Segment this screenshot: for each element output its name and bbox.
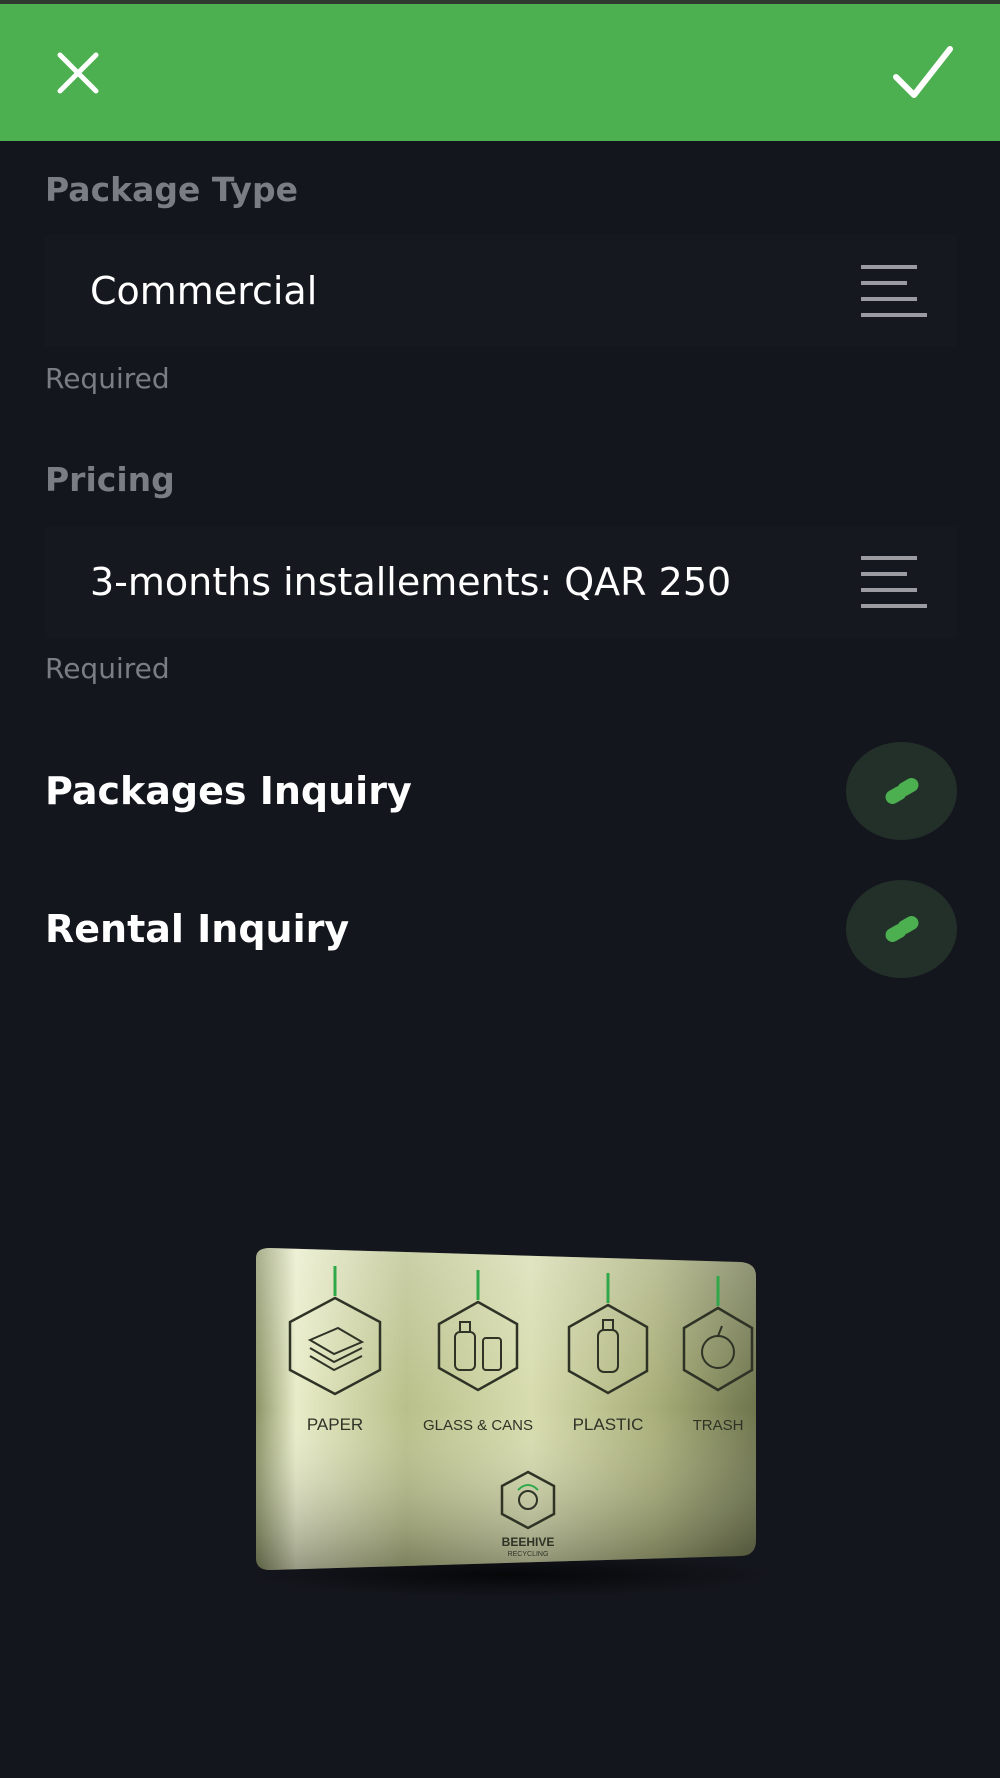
package-type-select[interactable]: Commercial <box>45 235 957 347</box>
link-icon <box>885 916 918 942</box>
svg-text:GLASS & CANS: GLASS & CANS <box>423 1417 533 1434</box>
rental-inquiry-link-button[interactable] <box>846 880 957 978</box>
menu-lines-icon <box>861 262 927 320</box>
svg-text:TRASH: TRASH <box>693 1417 744 1434</box>
close-button[interactable] <box>33 28 123 118</box>
recycling-bin-image: PAPER GLASS & CANS PLASTIC TRASH BEEHIVE… <box>240 1240 770 1600</box>
confirm-button[interactable] <box>878 28 968 118</box>
pricing-select[interactable]: 3-months installements: QAR 250 <box>45 526 957 638</box>
svg-text:BEEHIVE: BEEHIVE <box>502 1535 555 1549</box>
packages-inquiry-label: Packages Inquiry <box>45 769 412 813</box>
close-icon <box>57 52 99 94</box>
svg-text:PAPER: PAPER <box>307 1415 363 1434</box>
app-screen: Package Type Commercial Required Pricing… <box>0 0 1000 1778</box>
pricing-helper: Required <box>45 652 170 685</box>
link-icon <box>885 778 918 804</box>
package-type-helper: Required <box>45 362 170 395</box>
top-app-bar <box>0 4 1000 141</box>
pricing-value: 3-months installements: QAR 250 <box>90 560 732 604</box>
pricing-label: Pricing <box>45 460 175 499</box>
packages-inquiry-link-button[interactable] <box>846 742 957 840</box>
rental-inquiry-label: Rental Inquiry <box>45 907 350 951</box>
package-type-label: Package Type <box>45 170 298 209</box>
menu-lines-icon <box>861 553 927 611</box>
svg-text:PLASTIC: PLASTIC <box>573 1415 644 1434</box>
check-icon <box>893 46 953 98</box>
package-type-value: Commercial <box>90 269 318 313</box>
svg-text:RECYCLING: RECYCLING <box>508 1551 549 1558</box>
